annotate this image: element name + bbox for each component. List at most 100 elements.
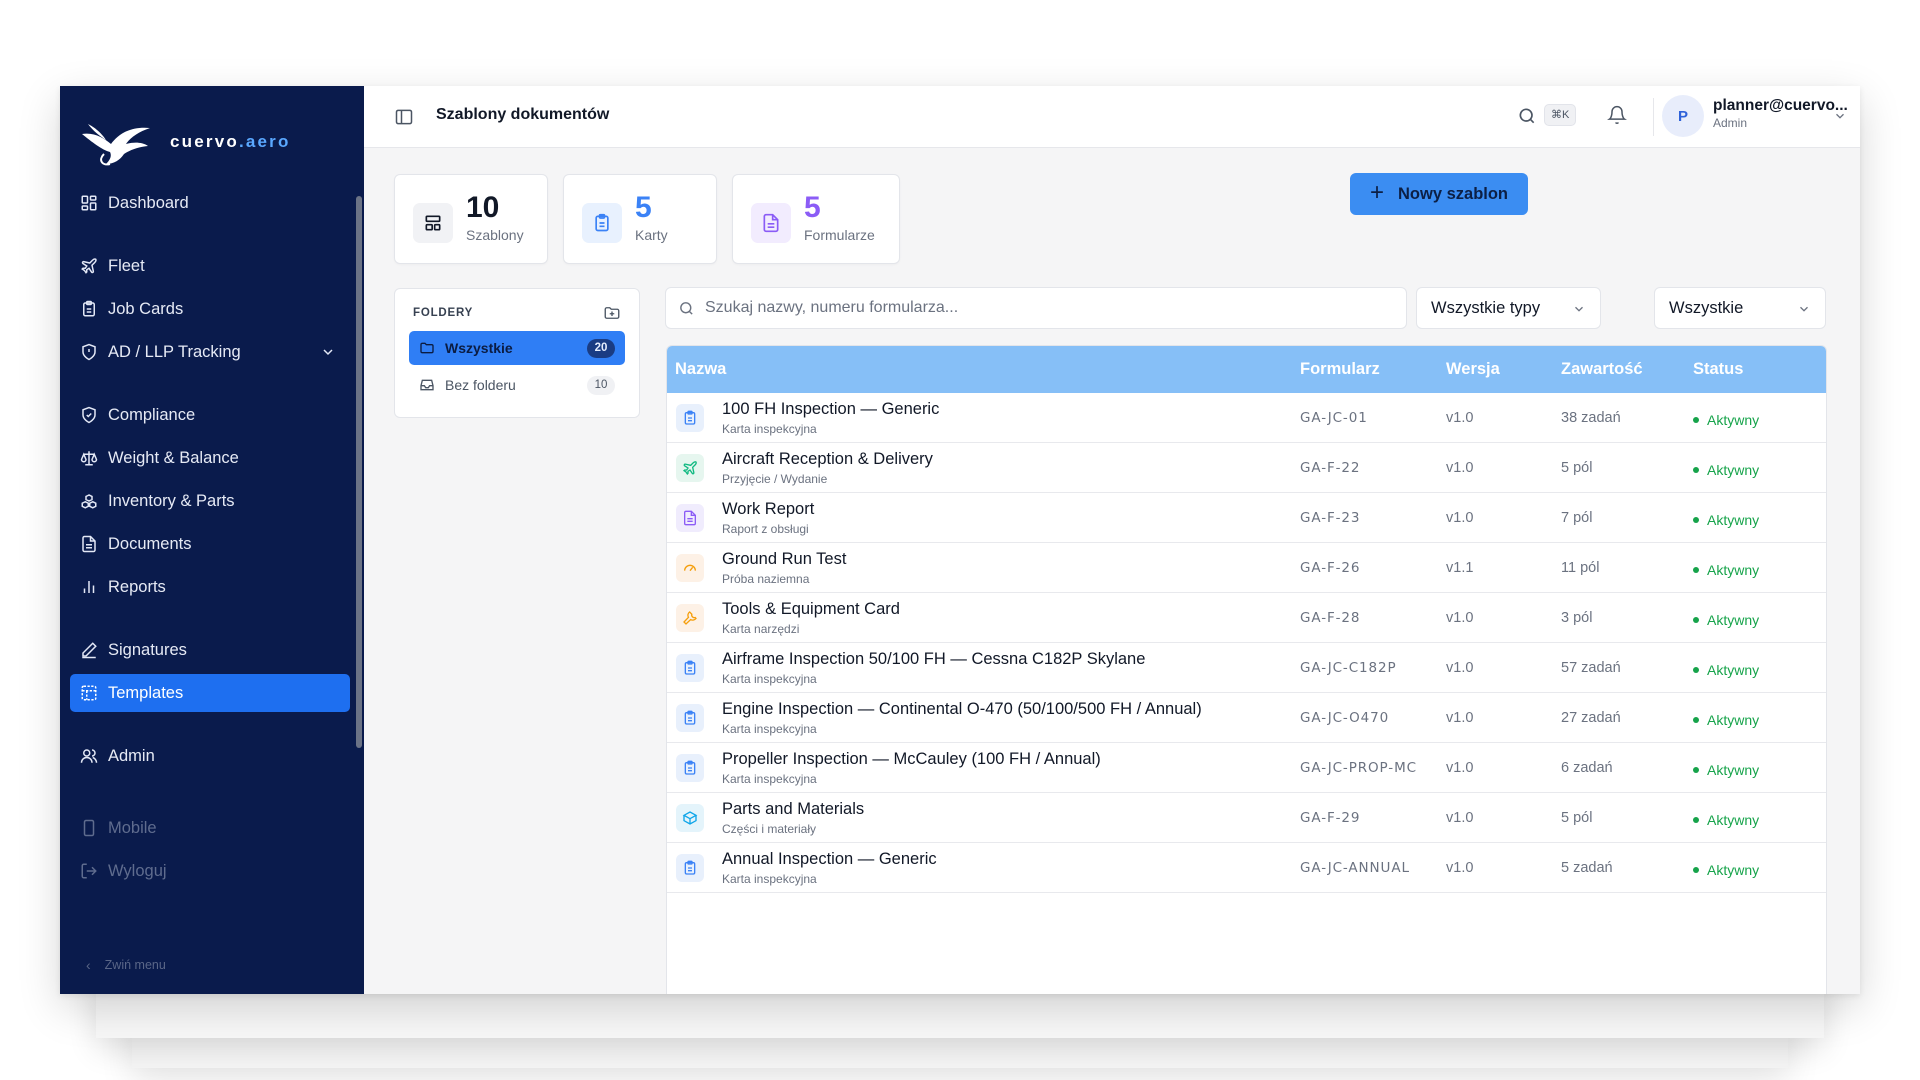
sidebar-item-ad-llp-tracking[interactable]: AD / LLP Tracking — [70, 333, 350, 371]
table-row[interactable]: Work Report Raport z obsługi GA-F-23 v1.0 7 … — [667, 493, 1826, 543]
template-name[interactable]: Annual Inspection — Generic — [722, 850, 937, 869]
table-row[interactable]: Parts and Materials Części i materiały GA-… — [667, 793, 1826, 843]
chevron-down-icon[interactable] — [1833, 109, 1847, 123]
collapse-menu-button[interactable]: ‹ Zwiń menu — [86, 957, 166, 973]
sidebar-toggle-icon[interactable] — [394, 107, 414, 127]
template-name[interactable]: Propeller Inspection — McCauley (100 FH … — [722, 750, 1101, 769]
table-row[interactable]: Ground Run Test Próba naziemna GA-F-26 v1.1… — [667, 543, 1826, 593]
new-template-button[interactable]: + Nowy szablon — [1350, 173, 1528, 215]
templates-table: Nazwa Formularz Wersja Zawartość Status … — [666, 345, 1827, 994]
status-badge: Aktywny — [1693, 812, 1759, 828]
column-header-form[interactable]: Formularz — [1300, 360, 1380, 379]
folder-label: Bez folderu — [445, 377, 516, 393]
sidebar-item-inventory-parts[interactable]: Inventory & Parts — [70, 482, 350, 520]
sidebar-scrollbar[interactable] — [356, 196, 362, 748]
bar-chart-icon — [83, 581, 95, 593]
table-row[interactable]: Annual Inspection — Generic Karta inspekc… — [667, 843, 1826, 893]
status-badge: Aktywny — [1693, 712, 1759, 728]
brand[interactable]: cuervo.aero — [80, 116, 291, 168]
table-row[interactable]: Tools & Equipment Card Karta narzędzi GA-F… — [667, 593, 1826, 643]
search-input[interactable] — [705, 299, 1385, 317]
users-icon — [80, 749, 98, 763]
folder-item-all[interactable]: Wszystkie 20 — [409, 331, 625, 365]
content-count: 3 pól — [1561, 610, 1593, 626]
stat-card-cards: 5 Karty — [563, 174, 717, 264]
stat-card-forms: 5 Formularze — [732, 174, 900, 264]
avatar[interactable]: P — [1662, 95, 1704, 137]
folders-header: FOLDERY — [413, 307, 474, 319]
folder-item-no-folder[interactable]: Bez folderu 10 — [409, 368, 625, 402]
sidebar-item-fleet[interactable]: Fleet — [70, 247, 350, 285]
sidebar-item-job-cards[interactable]: Job Cards — [70, 290, 350, 328]
brand-name: cuervo.aero — [170, 132, 291, 151]
type-filter-select[interactable]: Wszystkie typy — [1416, 287, 1601, 329]
type-filter-value: Wszystkie typy — [1431, 298, 1541, 317]
clipboard-icon — [83, 300, 95, 317]
clipboard-icon — [676, 854, 704, 882]
status-filter-select[interactable]: Wszystkie — [1654, 287, 1826, 329]
search-box[interactable] — [665, 287, 1407, 329]
column-header-status[interactable]: Status — [1693, 360, 1743, 379]
user-email: planner@cuervo... — [1713, 97, 1848, 114]
sidebar-item-compliance[interactable]: Compliance — [70, 396, 350, 434]
template-name[interactable]: Aircraft Reception & Delivery — [722, 450, 933, 469]
template-category: Przyjęcie / Wydanie — [722, 472, 828, 486]
table-row[interactable]: Airframe Inspection 50/100 FH — Cessna C… — [667, 643, 1826, 693]
bell-icon[interactable] — [1607, 105, 1627, 125]
folder-plus-icon[interactable] — [603, 304, 621, 322]
stat-card-templates: 10 Szablony — [394, 174, 548, 264]
version: v1.0 — [1446, 710, 1474, 726]
sidebar-item-label: Documents — [108, 534, 192, 553]
sidebar-item-mobile[interactable]: Mobile — [70, 809, 350, 847]
sidebar-item-admin[interactable]: Admin — [70, 737, 350, 775]
column-header-name[interactable]: Nazwa — [675, 360, 726, 379]
status-dot — [1693, 667, 1699, 673]
sidebar-item-reports[interactable]: Reports — [70, 568, 350, 606]
content-count: 11 pól — [1561, 560, 1600, 576]
template-name[interactable]: Parts and Materials — [722, 800, 864, 819]
content-count: 5 zadań — [1561, 860, 1613, 876]
search-icon[interactable] — [1517, 106, 1537, 126]
template-name[interactable]: Tools & Equipment Card — [722, 600, 900, 619]
table-row[interactable]: 100 FH Inspection — Generic Karta inspekc… — [667, 393, 1826, 443]
folder-icon — [420, 342, 434, 354]
template-name[interactable]: Ground Run Test — [722, 550, 846, 569]
sidebar-item-logout[interactable]: Wyloguj — [70, 852, 350, 890]
sidebar-item-dashboard[interactable]: Dashboard — [70, 184, 350, 222]
sidebar-item-signatures[interactable]: Signatures — [70, 631, 350, 669]
chevron-down-icon[interactable] — [320, 344, 336, 360]
template-name[interactable]: Work Report — [722, 500, 814, 519]
content-count: 5 pól — [1561, 810, 1593, 826]
status-badge: Aktywny — [1693, 412, 1759, 428]
content-count: 27 zadań — [1561, 710, 1621, 726]
boxes-icon — [81, 494, 97, 509]
clipboard-icon — [676, 704, 704, 732]
clipboard-icon — [676, 404, 704, 432]
sidebar-item-documents[interactable]: Documents — [70, 525, 350, 563]
table-row[interactable]: Engine Inspection — Continental O-470 (5… — [667, 693, 1826, 743]
template-name[interactable]: Engine Inspection — Continental O-470 (5… — [722, 700, 1202, 719]
version: v1.0 — [1446, 760, 1474, 776]
status-dot — [1693, 417, 1699, 423]
user-menu[interactable]: planner@cuervo... Admin — [1713, 97, 1848, 130]
chevron-down-icon — [1575, 306, 1583, 312]
status-filter-value: Wszystkie — [1669, 298, 1744, 317]
sidebar-item-label: Reports — [108, 577, 166, 596]
template-category: Karta narzędzi — [722, 622, 800, 636]
sidebar-item-templates[interactable]: Templates — [70, 674, 350, 712]
template-name[interactable]: 100 FH Inspection — Generic — [722, 400, 939, 419]
inbox-icon — [420, 379, 434, 391]
status-dot — [1693, 817, 1699, 823]
chevron-down-icon — [1800, 306, 1808, 312]
table-row[interactable]: Propeller Inspection — McCauley (100 FH … — [667, 743, 1826, 793]
sidebar-item-label: Wyloguj — [108, 861, 167, 880]
table-row[interactable]: Aircraft Reception & Delivery Przyjęcie /… — [667, 443, 1826, 493]
sidebar-item-label: Fleet — [108, 256, 145, 275]
template-name[interactable]: Airframe Inspection 50/100 FH — Cessna C… — [722, 650, 1145, 669]
column-header-version[interactable]: Wersja — [1446, 360, 1500, 379]
sidebar-item-weight-balance[interactable]: Weight & Balance — [70, 439, 350, 477]
column-header-content[interactable]: Zawartość — [1561, 360, 1643, 379]
status-label: Aktywny — [1707, 462, 1760, 478]
shortcut-badge[interactable]: ⌘K — [1544, 104, 1577, 126]
chevron-left-icon: ‹ — [86, 957, 91, 973]
